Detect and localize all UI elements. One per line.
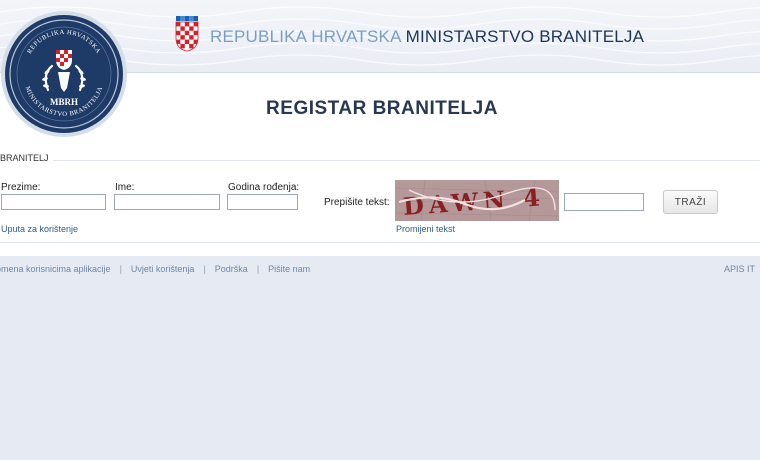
header-title: REPUBLIKA HRVATSKA MINISTARSTVO BRANITEL… bbox=[210, 27, 644, 47]
footer-link-support[interactable]: Podrška bbox=[215, 264, 248, 274]
captcha-input[interactable] bbox=[564, 193, 644, 211]
fieldset-border-top bbox=[0, 160, 760, 161]
captcha-label: Prepišite tekst: bbox=[324, 197, 390, 208]
ime-label: Ime: bbox=[115, 182, 135, 193]
prezime-label: Prezime: bbox=[1, 182, 41, 193]
fieldset-border-bottom bbox=[0, 242, 760, 243]
search-button[interactable]: TRAŽI bbox=[663, 190, 718, 214]
ministry-seal-logo: REPUBLIKA HRVATSKA MINISTARSTVO BRANITEL… bbox=[1, 11, 127, 137]
footer-apis-it[interactable]: APIS IT bbox=[724, 264, 755, 274]
captcha-image: DAWN 4 bbox=[395, 180, 559, 221]
godina-rodenja-label: Godina rođenja: bbox=[228, 182, 300, 193]
footer-link-contact[interactable]: Pišite nam bbox=[268, 264, 310, 274]
footer-links: omena korisnicima aplikacije | Uvjeti kori… bbox=[0, 264, 310, 274]
change-captcha-link[interactable]: Promijeni tekst bbox=[396, 224, 455, 234]
godina-rodenja-input[interactable] bbox=[227, 194, 298, 210]
footer-separator: | bbox=[119, 264, 122, 274]
fieldset-legend: BRANITELJ bbox=[0, 153, 53, 163]
page-title: REGISTAR BRANITELJA bbox=[266, 98, 498, 119]
help-link[interactable]: Uputa za korištenje bbox=[1, 224, 78, 234]
header-ministry: MINISTARSTVO BRANITELJA bbox=[405, 27, 645, 46]
footer-separator: | bbox=[256, 264, 260, 274]
ime-input[interactable] bbox=[114, 194, 220, 210]
footer-link-notice[interactable]: omena korisnicima aplikacije bbox=[0, 264, 111, 274]
prezime-input[interactable] bbox=[1, 194, 106, 210]
footer-link-terms[interactable]: Uvjeti korištenja bbox=[131, 264, 195, 274]
croatian-coat-of-arms-icon bbox=[175, 16, 199, 52]
header-country: REPUBLIKA HRVATSKA bbox=[210, 27, 401, 46]
footer-separator: | bbox=[203, 264, 206, 274]
